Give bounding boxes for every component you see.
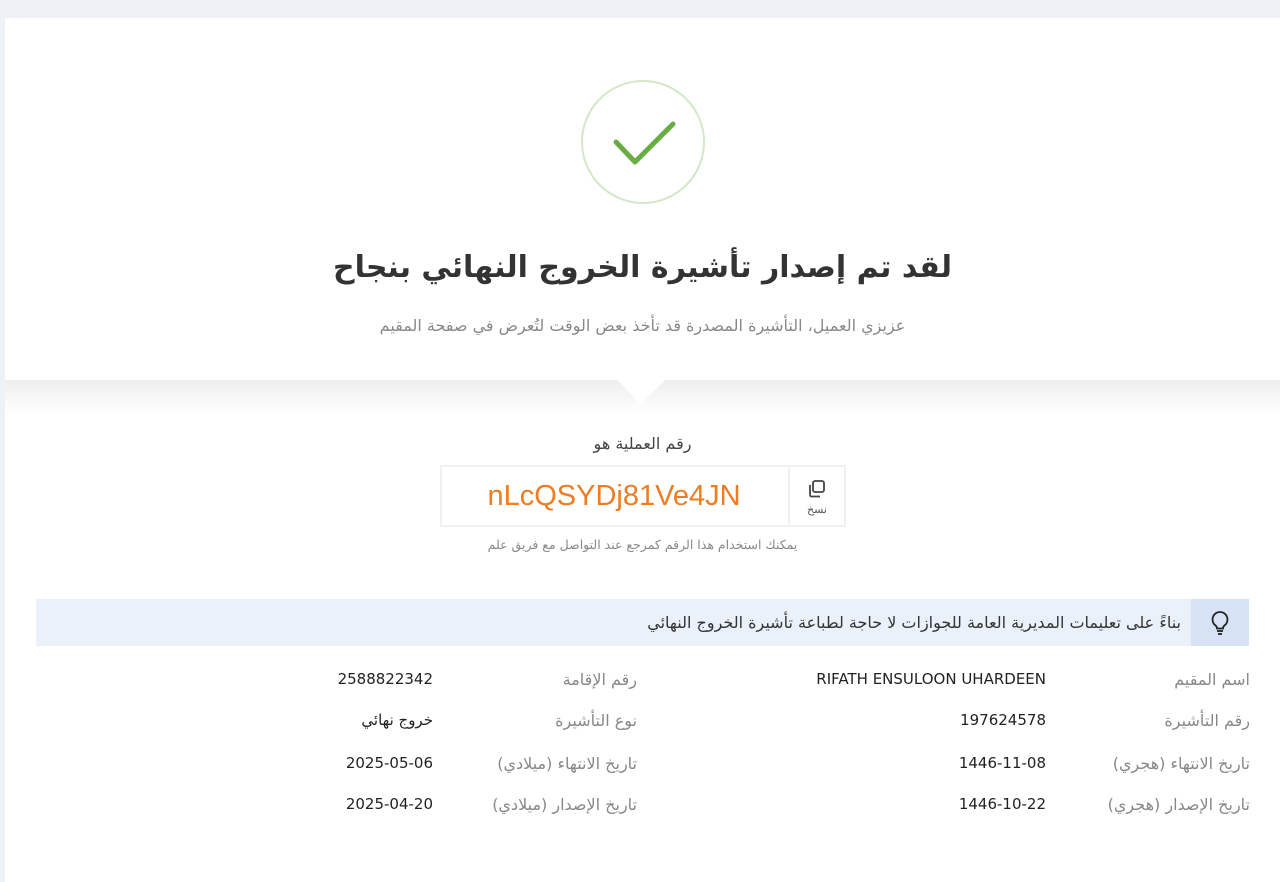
issue-hijri-value: 1446-10-22 (958, 795, 1046, 813)
details-row: رقم التأشيرة 197624578 نوع التأشيرة خروج… (5, 711, 1280, 741)
expiry-gregorian-value: 2025-05-06 (345, 754, 433, 772)
transaction-label: رقم العملية هو (593, 434, 692, 453)
copy-label: نسخ (807, 503, 827, 516)
copy-button[interactable]: نسخ (790, 467, 844, 525)
visa-type-label: نوع التأشيرة (555, 711, 637, 730)
success-circle (581, 80, 705, 204)
issue-gregorian-value: 2025-04-20 (345, 795, 433, 813)
issue-hijri-label: تاريخ الإصدار (هجري) (1107, 795, 1250, 814)
details-row: تاريخ الانتهاء (هجري) 1446-11-08 تاريخ ا… (5, 754, 1280, 784)
divider-notch (617, 380, 665, 404)
details-row: اسم المقيم RIFATH ENSULOON UHARDEEN رقم … (5, 670, 1280, 700)
success-page: لقد تم إصدار تأشيرة الخروج النهائي بنجاح… (5, 18, 1280, 882)
transaction-hint: يمكنك استخدام هذا الرقم كمرجع عند التواص… (487, 537, 798, 552)
page-subtitle: عزيزي العميل، التأشيرة المصدرة قد تأخذ ب… (379, 316, 906, 335)
copy-icon (809, 480, 825, 498)
issue-gregorian-label: تاريخ الإصدار (ميلادي) (492, 795, 637, 814)
visa-type-value: خروج نهائي (361, 711, 433, 729)
expiry-gregorian-label: تاريخ الانتهاء (ميلادي) (497, 754, 637, 773)
notice-icon-box (1191, 599, 1249, 646)
visa-number-value: 197624578 (960, 711, 1046, 729)
expiry-hijri-value: 1446-11-08 (958, 754, 1046, 772)
transaction-code-box: nLcQSYDj81Ve4JN نسخ (440, 465, 846, 527)
visa-number-label: رقم التأشيرة (1164, 711, 1250, 730)
resident-name-label: اسم المقيم (1174, 670, 1250, 689)
checkmark-icon (613, 121, 676, 165)
expiry-hijri-label: تاريخ الانتهاء (هجري) (1112, 754, 1250, 773)
iqama-number-value: 2588822342 (337, 670, 433, 688)
details-row: تاريخ الإصدار (هجري) 1446-10-22 تاريخ ال… (5, 795, 1280, 825)
notice-banner: بناءً على تعليمات المديرية العامة للجواز… (36, 599, 1249, 646)
transaction-code[interactable]: nLcQSYDj81Ve4JN (444, 467, 784, 525)
page-title: لقد تم إصدار تأشيرة الخروج النهائي بنجاح (332, 250, 953, 285)
lightbulb-icon (1211, 611, 1229, 635)
notice-text: بناءً على تعليمات المديرية العامة للجواز… (647, 613, 1181, 632)
iqama-number-label: رقم الإقامة (562, 670, 637, 689)
resident-name-value: RIFATH ENSULOON UHARDEEN (816, 670, 1046, 688)
